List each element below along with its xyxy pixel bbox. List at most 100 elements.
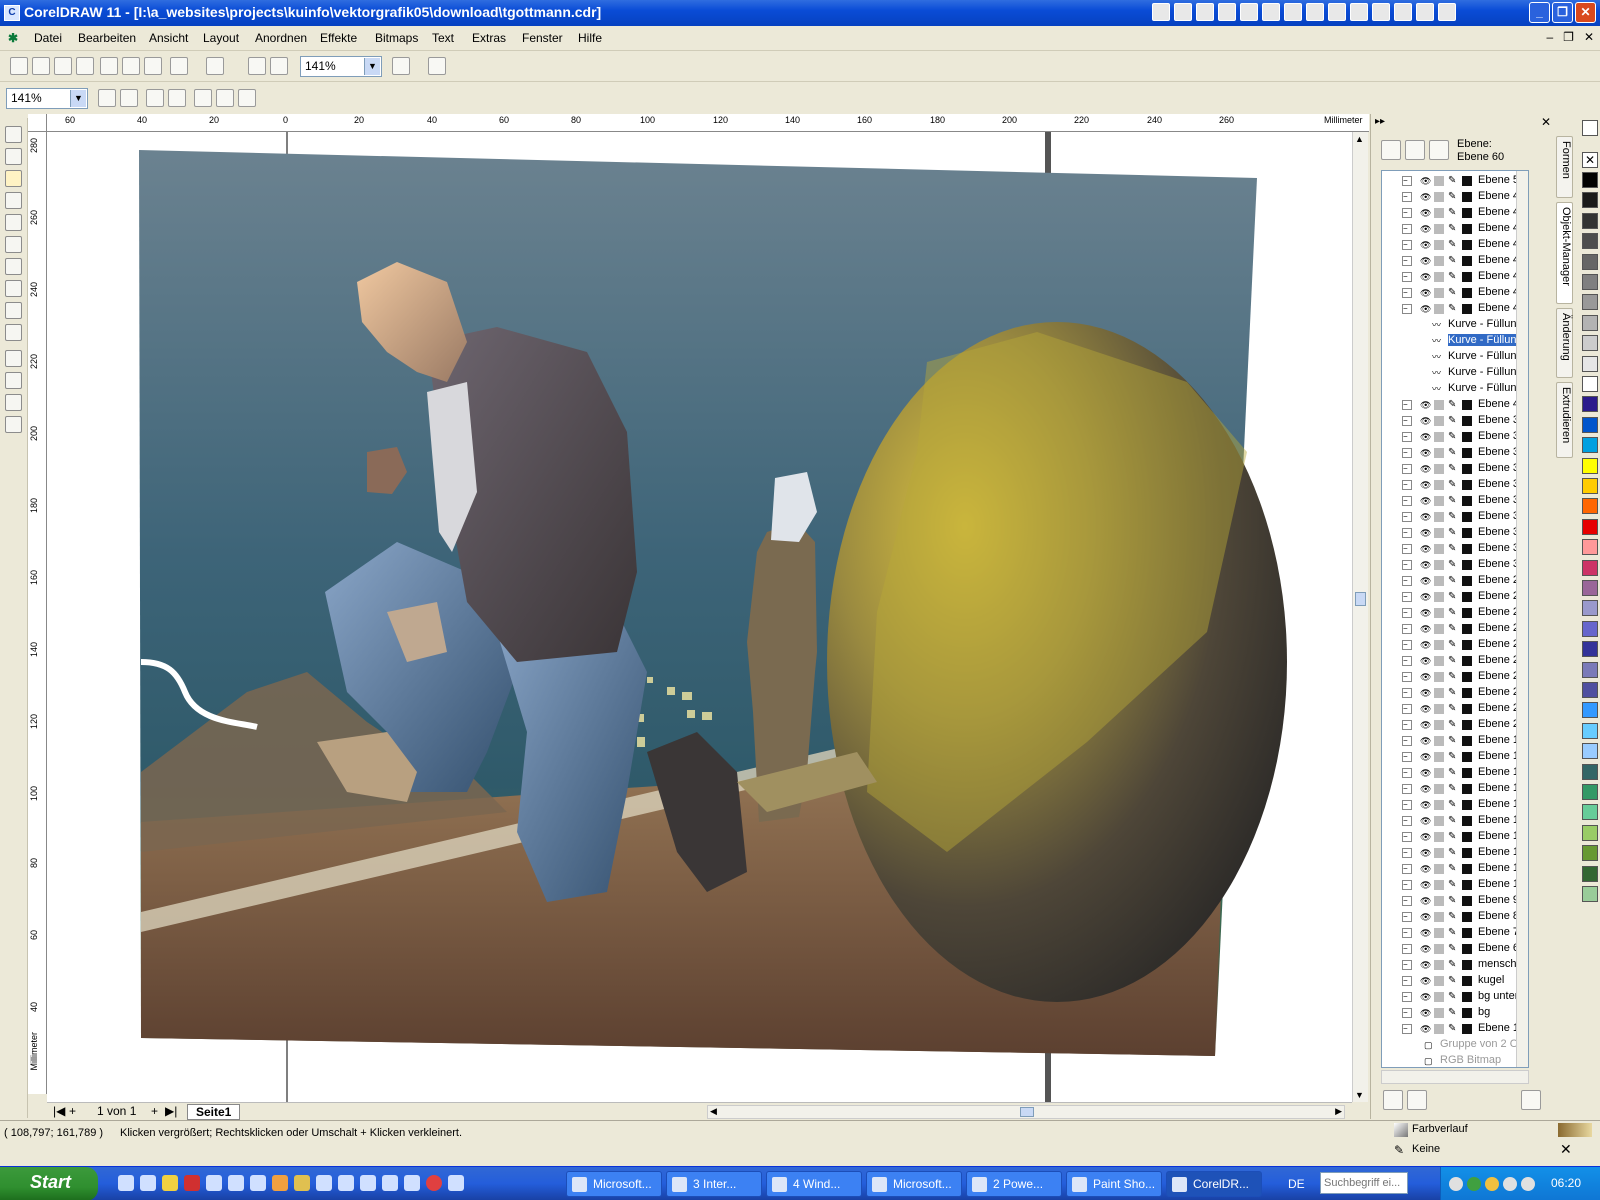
layer-color-swatch[interactable]	[1462, 608, 1472, 618]
zoom-all-objects-icon[interactable]	[168, 89, 186, 107]
expand-toggle-icon[interactable]: −	[1402, 304, 1412, 314]
printer-icon[interactable]	[1434, 464, 1444, 474]
pencil-icon[interactable]: ✎	[1448, 304, 1458, 314]
tree-item-layer[interactable]: − 👁 ✎ bg unten	[1382, 989, 1528, 1005]
pencil-icon[interactable]: ✎	[1448, 528, 1458, 538]
expand-toggle-icon[interactable]: −	[1402, 832, 1412, 842]
layer-color-swatch[interactable]	[1462, 816, 1472, 826]
quicklaunch-icon[interactable]	[1306, 3, 1324, 21]
layer-color-swatch[interactable]	[1462, 672, 1472, 682]
options-icon[interactable]	[428, 57, 446, 75]
expand-toggle-icon[interactable]: −	[1402, 208, 1412, 218]
quicklaunch-icon[interactable]	[206, 1175, 222, 1191]
layer-color-swatch[interactable]	[1462, 224, 1472, 234]
layer-color-swatch[interactable]	[1462, 960, 1472, 970]
layer-color-swatch[interactable]	[1462, 880, 1472, 890]
tree-item-layer[interactable]: − 👁 ✎ Ebene 46	[1382, 221, 1528, 237]
color-swatch[interactable]	[1582, 804, 1598, 821]
printer-icon[interactable]	[1434, 672, 1444, 682]
delete-icon[interactable]	[1521, 1090, 1541, 1110]
pencil-icon[interactable]: ✎	[1448, 944, 1458, 954]
expand-toggle-icon[interactable]: −	[1402, 896, 1412, 906]
color-swatch[interactable]	[1582, 518, 1598, 535]
printer-icon[interactable]	[1434, 272, 1444, 282]
color-swatch[interactable]	[1582, 437, 1598, 454]
tab-formen[interactable]: Formen	[1556, 136, 1573, 198]
tree-item-layer[interactable]: − 👁 ✎ Ebene 47	[1382, 205, 1528, 221]
tree-item-layer[interactable]: − 👁 ✎ Ebene 39	[1382, 413, 1528, 429]
printer-icon[interactable]	[1434, 768, 1444, 778]
color-swatch[interactable]	[1582, 682, 1598, 698]
first-page-icon[interactable]: |◀	[53, 1104, 65, 1118]
layer-color-swatch[interactable]	[1462, 896, 1472, 906]
add-page-icon[interactable]: +	[69, 1104, 76, 1118]
layer-color-swatch[interactable]	[1462, 480, 1472, 490]
quicklaunch-icon[interactable]	[1394, 3, 1412, 21]
quicklaunch-icon[interactable]	[316, 1175, 332, 1191]
printer-icon[interactable]	[1434, 624, 1444, 634]
printer-icon[interactable]	[1434, 304, 1444, 314]
expand-toggle-icon[interactable]: −	[1402, 944, 1412, 954]
tree-item-layer[interactable]: − 👁 ✎ Ebene 32	[1382, 525, 1528, 541]
eye-icon[interactable]: 👁	[1420, 736, 1431, 746]
layer-color-swatch[interactable]	[1462, 912, 1472, 922]
quicklaunch-icon[interactable]	[184, 1175, 200, 1191]
zoom-selected-icon[interactable]	[146, 89, 164, 107]
quicklaunch-icon[interactable]	[250, 1175, 266, 1191]
layer-color-swatch[interactable]	[1462, 560, 1472, 570]
layer-color-swatch[interactable]	[1462, 848, 1472, 858]
pick-tool-icon[interactable]	[5, 126, 22, 143]
eye-icon[interactable]: 👁	[1420, 864, 1431, 874]
tree-item-curve[interactable]: 〰 Kurve - Füllung:	[1382, 317, 1528, 333]
tree-item-layer[interactable]: − 👁 ✎ Ebene 35	[1382, 477, 1528, 493]
expand-toggle-icon[interactable]: −	[1402, 560, 1412, 570]
tray-icon[interactable]	[1503, 1177, 1517, 1191]
expand-toggle-icon[interactable]: −	[1402, 688, 1412, 698]
eye-icon[interactable]: 👁	[1420, 560, 1431, 570]
rectangle-tool-icon[interactable]	[5, 214, 22, 231]
quicklaunch-icon[interactable]	[1416, 3, 1434, 21]
eye-icon[interactable]: 👁	[1420, 832, 1431, 842]
expand-toggle-icon[interactable]: −	[1402, 224, 1412, 234]
printer-icon[interactable]	[1434, 608, 1444, 618]
layer-color-swatch[interactable]	[1462, 448, 1472, 458]
expand-toggle-icon[interactable]: −	[1402, 1008, 1412, 1018]
printer-icon[interactable]	[1434, 480, 1444, 490]
layer-color-swatch[interactable]	[1462, 272, 1472, 282]
printer-icon[interactable]	[1434, 816, 1444, 826]
quicklaunch-icon[interactable]	[1152, 3, 1170, 21]
printer-icon[interactable]	[1434, 512, 1444, 522]
expand-toggle-icon[interactable]: −	[1402, 736, 1412, 746]
expand-toggle-icon[interactable]: −	[1402, 704, 1412, 714]
menu-bearbeiten[interactable]: Bearbeiten	[78, 31, 136, 45]
eye-icon[interactable]: 👁	[1420, 256, 1431, 266]
taskbar-item-active[interactable]: CorelDR...	[1166, 1171, 1262, 1197]
freehand-tool-icon[interactable]	[5, 192, 22, 209]
zoom-level-select[interactable]: 141% ▼	[300, 56, 382, 77]
color-swatch[interactable]	[1582, 192, 1598, 209]
eye-icon[interactable]: 👁	[1420, 800, 1431, 810]
docker-close-icon[interactable]: ✕	[1541, 115, 1551, 129]
color-swatch[interactable]	[1582, 539, 1598, 556]
zoom-page-height-icon[interactable]	[238, 89, 256, 107]
launcher-icon[interactable]	[392, 57, 410, 75]
scroll-left-icon[interactable]: ◀	[710, 1106, 717, 1117]
tree-item-layer[interactable]: − 👁 ✎ Ebene 41	[1382, 301, 1528, 317]
quicklaunch-icon[interactable]	[1218, 3, 1236, 21]
tree-item-layer[interactable]: − 👁 ✎ Ebene 25	[1382, 637, 1528, 653]
printer-icon[interactable]	[1434, 208, 1444, 218]
doc-restore-icon[interactable]: ❐	[1563, 30, 1574, 44]
zoom-page-width-icon[interactable]	[216, 89, 234, 107]
pencil-icon[interactable]: ✎	[1448, 976, 1458, 986]
color-swatch[interactable]	[1582, 335, 1598, 352]
eye-icon[interactable]: 👁	[1420, 752, 1431, 762]
search-input[interactable]	[1320, 1172, 1408, 1194]
printer-icon[interactable]	[1434, 928, 1444, 938]
expand-toggle-icon[interactable]: −	[1402, 928, 1412, 938]
eye-icon[interactable]: 👁	[1420, 544, 1431, 554]
tree-item-layer[interactable]: − 👁 ✎ Ebene 15	[1382, 797, 1528, 813]
open-icon[interactable]	[32, 57, 50, 75]
layer-color-swatch[interactable]	[1462, 304, 1472, 314]
eye-icon[interactable]: 👁	[1420, 288, 1431, 298]
quicklaunch-icon[interactable]	[1372, 3, 1390, 21]
